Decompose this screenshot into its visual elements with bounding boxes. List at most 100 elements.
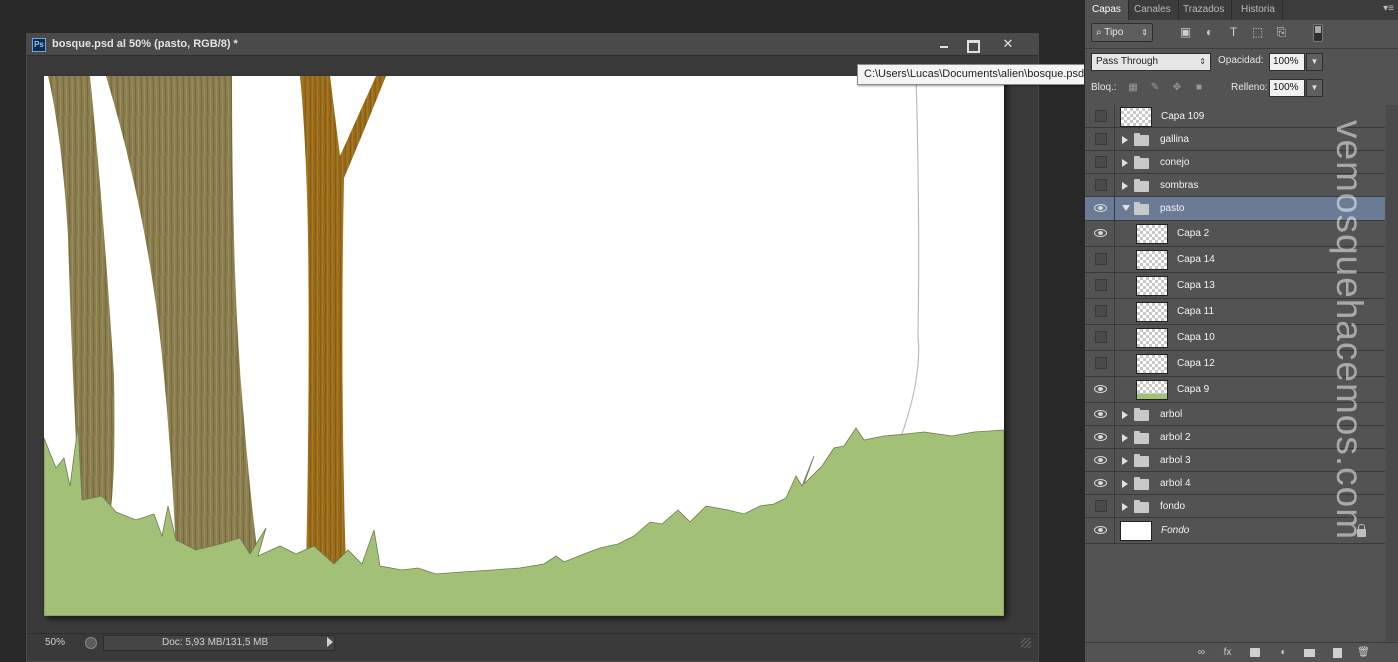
expand-arrow-icon[interactable] (1122, 456, 1128, 465)
minimize-button[interactable] (929, 35, 959, 53)
visibility-toggle[interactable] (1085, 403, 1115, 425)
panel-menu-icon[interactable]: ▾≡ (1383, 3, 1394, 14)
canvas-area[interactable] (27, 57, 1038, 633)
maximize-button[interactable] (957, 35, 987, 53)
hidden-box-icon (1095, 132, 1107, 145)
resize-grip-icon[interactable] (1021, 638, 1031, 648)
layer-thumbnail (1136, 224, 1168, 244)
lock-row: Bloq.: ▦ ✎ ✥ ■ Relleno: 100% ▼ (1085, 76, 1398, 100)
expand-arrow-icon[interactable] (1122, 502, 1128, 511)
layer-name: conejo (1160, 156, 1190, 168)
hidden-box-icon (1095, 331, 1107, 343)
hidden-box-icon (1095, 499, 1107, 512)
visibility-toggle[interactable] (1085, 174, 1115, 196)
visibility-toggle[interactable] (1085, 495, 1115, 517)
eye-icon (1094, 455, 1107, 464)
visibility-toggle[interactable] (1085, 426, 1115, 448)
visibility-toggle[interactable] (1085, 472, 1115, 494)
visibility-toggle[interactable] (1085, 197, 1115, 220)
layer-thumbnail (1136, 250, 1168, 270)
document-titlebar[interactable]: Ps bosque.psd al 50% (pasto, RGB/8) * ✕ (27, 34, 1038, 56)
zoom-icon (85, 637, 97, 649)
blend-row: Pass Through ⇕ Opacidad: 100% ▼ (1085, 48, 1398, 72)
visibility-toggle[interactable] (1085, 325, 1115, 350)
new-group-icon[interactable] (1303, 647, 1316, 659)
close-button[interactable]: ✕ (993, 35, 1023, 53)
layer-name: arbol 4 (1160, 477, 1191, 489)
folder-icon (1134, 132, 1149, 146)
expand-arrow-icon[interactable] (1122, 479, 1128, 488)
zoom-level[interactable]: 50% (45, 637, 65, 648)
add-mask-icon[interactable] (1249, 647, 1262, 659)
filter-pixel-icon[interactable]: ▣ (1179, 26, 1192, 39)
expand-arrow-icon[interactable] (1122, 410, 1128, 419)
opacity-dropdown-icon[interactable]: ▼ (1306, 53, 1323, 71)
folder-icon (1134, 202, 1149, 215)
visibility-toggle[interactable] (1085, 351, 1115, 376)
layer-thumbnail (1120, 106, 1152, 127)
visibility-toggle[interactable] (1085, 377, 1115, 402)
eye-icon (1094, 478, 1107, 487)
layer-thumbnail (1136, 380, 1168, 400)
filter-kind-select[interactable]: ⌕ Tipo ⇕ (1091, 23, 1153, 42)
fill-input[interactable]: 100% (1269, 79, 1305, 97)
blend-mode-select[interactable]: Pass Through ⇕ (1091, 53, 1211, 71)
link-layers-icon[interactable]: ∞ (1195, 647, 1208, 659)
adjustment-layer-icon[interactable]: ◐ (1277, 647, 1290, 659)
trash-icon[interactable]: 🗑 (1357, 647, 1370, 659)
folder-icon (1134, 155, 1149, 169)
visibility-toggle[interactable] (1085, 449, 1115, 471)
eye-icon (1094, 526, 1107, 534)
filter-type-icon[interactable]: T (1227, 26, 1240, 39)
tab-capas[interactable]: Capas (1085, 0, 1129, 20)
eye-icon (1094, 409, 1107, 418)
lock-pixels-icon[interactable]: ✎ (1149, 82, 1161, 94)
visibility-toggle[interactable] (1085, 151, 1115, 173)
visibility-toggle[interactable] (1085, 273, 1115, 298)
expand-arrow-icon[interactable] (1122, 433, 1128, 442)
layer-name: arbol 2 (1160, 431, 1191, 443)
filter-smartobject-icon[interactable]: ⎘ (1275, 26, 1288, 39)
folder-icon (1134, 178, 1149, 192)
fill-label: Relleno: (1231, 82, 1268, 93)
visibility-toggle[interactable] (1085, 299, 1115, 324)
doc-info-field[interactable]: Doc: 5,93 MB/131,5 MB (103, 635, 335, 651)
layer-name: Capa 12 (1177, 358, 1215, 369)
layer-name: pasto (1160, 203, 1185, 214)
visibility-toggle[interactable] (1085, 247, 1115, 272)
layer-name: arbol (1160, 408, 1183, 420)
opacity-input[interactable]: 100% (1269, 53, 1305, 71)
folder-icon (1134, 407, 1149, 421)
lock-transparency-icon[interactable]: ▦ (1127, 82, 1139, 94)
opacity-label: Opacidad: (1218, 55, 1264, 66)
info-menu-arrow-icon[interactable] (327, 637, 333, 647)
status-bar: 50% Doc: 5,93 MB/131,5 MB (27, 633, 1038, 653)
watermark: vemosquehacemos.com (1329, 120, 1370, 640)
layer-name: Capa 13 (1177, 280, 1215, 291)
lock-position-icon[interactable]: ✥ (1171, 82, 1183, 94)
visibility-toggle[interactable] (1085, 128, 1115, 150)
tab-trazados[interactable]: Trazados (1176, 0, 1233, 20)
tab-historia[interactable]: Historia (1234, 0, 1283, 20)
expand-arrow-icon[interactable] (1122, 158, 1128, 167)
filter-toggle-switch[interactable] (1313, 24, 1323, 42)
filter-shape-icon[interactable]: ⬚ (1251, 26, 1264, 39)
layers-scrollbar[interactable] (1386, 105, 1398, 641)
layer-style-fx-icon[interactable]: fx (1221, 647, 1234, 659)
folder-icon (1134, 476, 1149, 490)
visibility-toggle[interactable] (1085, 221, 1115, 246)
new-layer-icon[interactable] (1331, 647, 1344, 659)
tab-canales[interactable]: Canales (1127, 0, 1179, 20)
fill-dropdown-icon[interactable]: ▼ (1306, 79, 1323, 97)
hidden-box-icon (1095, 279, 1107, 291)
artboard-canvas[interactable] (44, 76, 1004, 616)
expand-arrow-icon[interactable] (1122, 181, 1128, 190)
filter-adjustment-icon[interactable]: ◐ (1203, 26, 1216, 39)
visibility-toggle[interactable] (1085, 518, 1115, 543)
layer-thumbnail (1120, 521, 1152, 541)
expand-arrow-icon[interactable] (1122, 135, 1128, 144)
lock-all-icon[interactable]: ■ (1193, 82, 1205, 94)
visibility-toggle[interactable] (1085, 105, 1115, 127)
collapse-arrow-icon[interactable] (1122, 205, 1130, 211)
layer-name: Capa 11 (1177, 306, 1215, 317)
